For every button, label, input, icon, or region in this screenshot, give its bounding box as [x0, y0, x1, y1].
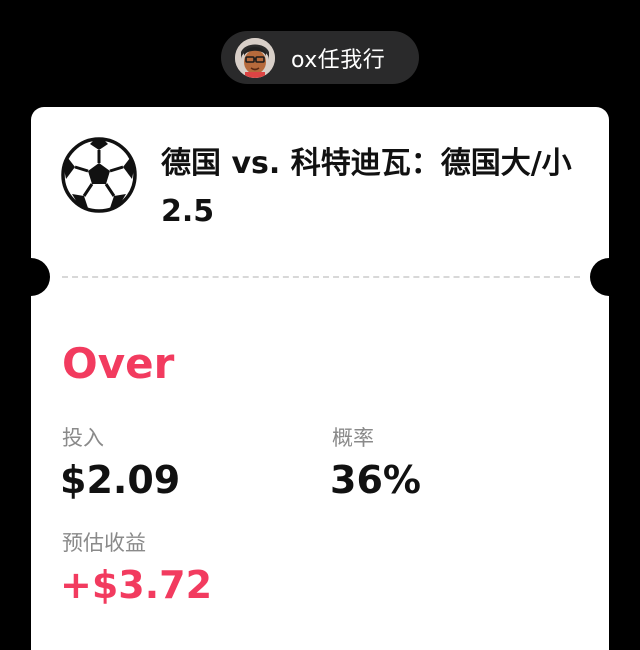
- avatar-cartoon-icon: [235, 37, 275, 78]
- ticket-notch-left: [12, 258, 50, 296]
- soccer-ball-icon: [60, 136, 138, 214]
- ticket-notch-right: [590, 258, 628, 296]
- probability-value: 36%: [330, 458, 421, 502]
- ticket-divider: [62, 276, 580, 278]
- stake-value: $2.09: [60, 458, 181, 502]
- bet-selection: Over: [62, 339, 175, 388]
- match-title: 德国 vs. 科特迪瓦：德国大/小 2.5: [161, 146, 572, 229]
- probability-label: 概率: [332, 426, 374, 450]
- payout-label: 预估收益: [62, 531, 146, 555]
- username: ox任我行: [291, 47, 386, 73]
- user-pill[interactable]: ox任我行: [221, 31, 419, 84]
- bet-share-screen: ox任我行 德国 vs. 科特迪瓦：德国大/小 2.5 Over 投入 $2.0…: [0, 0, 640, 650]
- stake-label: 投入: [62, 426, 104, 450]
- payout-value: +$3.72: [60, 563, 213, 607]
